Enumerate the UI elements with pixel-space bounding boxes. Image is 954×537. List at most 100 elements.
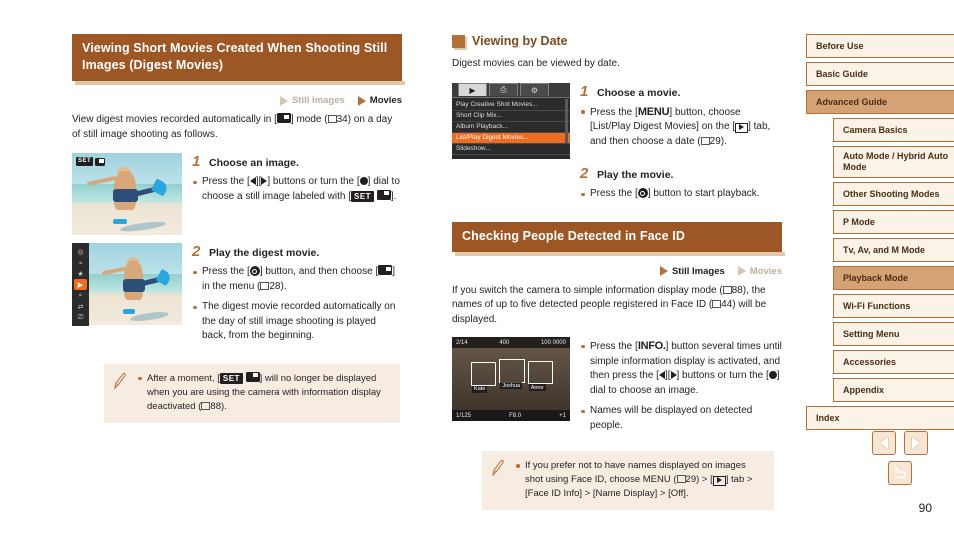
left-step2-row: ◎ ⌁ ★ ▶ ⌕ ⇄ ⎚ 2 Play the digest movie. P… (72, 243, 402, 350)
figure-camera-menu: ▶ ⎙ ⚙ Play Creative Shot Movies... Short… (452, 82, 570, 159)
face-id-screen: 2/14 400 100 0000 Kate Joshua Anne 1/125… (452, 337, 570, 421)
rotate-icon: ◎ (77, 248, 84, 256)
list-item: The digest movie recorded automatically … (192, 300, 402, 344)
hybrid-auto-mode-icon (276, 113, 291, 123)
step-2-header: 2 Play the movie. (580, 165, 782, 182)
iso-value: 400 (499, 339, 510, 346)
bullet-part-a: Press the [ (590, 188, 638, 199)
face-id-heading-text: Checking People Detected in Face ID (452, 221, 782, 252)
tag-movies-label: Movies (369, 95, 402, 106)
page-number: 90 (918, 501, 932, 515)
sidebar-item-accessories[interactable]: Accessories (833, 350, 954, 374)
face-id-note-box: If you prefer not to have names displaye… (482, 451, 774, 510)
bullet-part-a: Press the [ (590, 341, 638, 352)
next-page-button[interactable] (904, 431, 928, 455)
dial-icon (359, 177, 368, 185)
step-number: 2 (192, 243, 201, 260)
pencil-note-icon (490, 459, 506, 477)
sidebar-item-playback-mode[interactable]: Playback Mode (833, 266, 954, 290)
intro-part-a: If you switch the camera to simple infor… (452, 284, 723, 296)
tag-still-images: Still Images (279, 95, 345, 106)
bullet-part-d: 29). (709, 135, 727, 147)
image-size: 100 0000 (540, 339, 566, 346)
protect-icon: ⌁ (78, 259, 83, 267)
bullet-part-a: Press the [ (202, 176, 250, 187)
viewing-by-date-step1-row: ▶ ⎙ ⚙ Play Creative Shot Movies... Short… (452, 82, 782, 208)
face-id-figure-row: 2/14 400 100 0000 Kate Joshua Anne 1/125… (452, 337, 782, 439)
sidebar-item-p-mode[interactable]: P Mode (833, 210, 954, 234)
step-1-bullets: Press the [][] buttons or turn the [] di… (192, 175, 402, 204)
scrollbar[interactable] (565, 98, 568, 143)
face-detect-box (499, 358, 525, 383)
step-number: 2 (580, 165, 589, 182)
face-id-bullets: Press the [INFO.] button several times u… (580, 339, 782, 433)
face-screen-top-bar: 2/14 400 100 0000 (452, 337, 570, 348)
list-item: Press the [] button, and then choose [] … (192, 265, 402, 294)
detected-person-name: Anne (528, 384, 546, 392)
left-media-tags: Still Images Movies (72, 95, 402, 106)
digest-movie-icon (95, 157, 106, 166)
camera-menu-screen: ▶ ⎙ ⚙ Play Creative Shot Movies... Short… (452, 82, 570, 159)
tag-still-images-label: Still Images (671, 265, 725, 277)
beach-photo: SET (72, 153, 182, 235)
tab-playback-icon: ▶ (458, 83, 487, 96)
sidebar-item-setting-menu[interactable]: Setting Menu (833, 322, 954, 346)
tag-movies-label: Movies (749, 265, 782, 277)
left-note-body: After a moment, [SET ] will no longer be… (136, 371, 390, 414)
step-title: Choose an image. (209, 157, 299, 169)
left-column: Viewing Short Movies Created When Shooti… (72, 34, 405, 423)
menu-tab-bar: ▶ ⎙ ⚙ (452, 82, 570, 98)
viewing-by-date-steps: 1 Choose a movie. Press the [MENU] butto… (580, 83, 782, 208)
detected-person-name: Kate (472, 385, 488, 393)
dial-icon (768, 371, 777, 379)
digest-movie-play-icon: ▶ (74, 279, 87, 290)
face-id-section-heading: Checking People Detected in Face ID (452, 221, 785, 256)
bullet-part-a: Press the [ (590, 106, 638, 118)
detected-person-name: Joshua (500, 382, 523, 390)
previous-page-button[interactable] (872, 431, 896, 455)
playback-tab-icon (735, 123, 749, 133)
list-item: If you prefer not to have names displaye… (514, 459, 764, 501)
sidebar-item-advanced-guide[interactable]: Advanced Guide (806, 90, 954, 114)
digest-movie-icon (376, 189, 391, 200)
exposure-value: +1 (559, 412, 566, 419)
step-number: 1 (192, 153, 201, 170)
sidebar-item-tv-av-m-mode[interactable]: Tv, Av, and M Mode (833, 238, 954, 262)
sidebar-item-camera-basics[interactable]: Camera Basics (833, 118, 954, 142)
list-item: Slideshow... (452, 144, 570, 155)
sidebar-item-other-shooting-modes[interactable]: Other Shooting Modes (833, 182, 954, 206)
middle-column: Viewing by Date Digest movies can be vie… (452, 34, 785, 510)
tab-settings-icon: ⚙ (520, 83, 549, 96)
step-2-header: 2 Play the digest movie. (192, 243, 402, 260)
erase-icon: ⎚ (77, 313, 84, 321)
face-id-note-body: If you prefer not to have names displaye… (514, 459, 764, 501)
aperture-value: F8.0 (509, 412, 522, 419)
func-set-button-icon (637, 188, 648, 198)
favorite-icon: ★ (77, 270, 84, 278)
list-item: Press the [][] buttons or turn the [] di… (192, 175, 402, 204)
bullet-part-d: 28). (269, 280, 287, 292)
sidebar-item-appendix[interactable]: Appendix (833, 378, 954, 402)
heading-shadow (75, 81, 405, 85)
triangle-icon (737, 266, 746, 276)
playback-tab-icon (712, 476, 726, 486)
sidebar-item-auto-mode[interactable]: Auto Mode / Hybrid Auto Mode (833, 146, 954, 178)
list-item: Press the [INFO.] button several times u… (580, 339, 782, 398)
step-2-bullets: Press the [] button, and then choose [] … (192, 265, 402, 344)
menu-button-icon: MENU (637, 105, 670, 118)
sidebar-item-before-use[interactable]: Before Use (806, 34, 954, 58)
sidebar-item-wifi-functions[interactable]: Wi-Fi Functions (833, 294, 954, 318)
tag-movies: Movies (357, 95, 402, 106)
set-button-icon: SET (219, 372, 243, 384)
sidebar-item-basic-guide[interactable]: Basic Guide (806, 62, 954, 86)
face-id-media-tags: Still Images Movies (452, 266, 782, 277)
list-item: Album Playback... (452, 122, 570, 133)
step-title: Play the digest movie. (209, 247, 320, 259)
list-item: Press the [] button to start playback. (580, 187, 782, 202)
sidebar-item-index[interactable]: Index (806, 406, 954, 430)
face-id-bullets-col: Press the [INFO.] button several times u… (580, 337, 782, 439)
bullet-part-b: ] button, and then choose [ (259, 266, 379, 277)
return-home-button[interactable] (888, 461, 912, 485)
page-reference-icon (327, 115, 337, 123)
heading-shadow (455, 251, 785, 256)
